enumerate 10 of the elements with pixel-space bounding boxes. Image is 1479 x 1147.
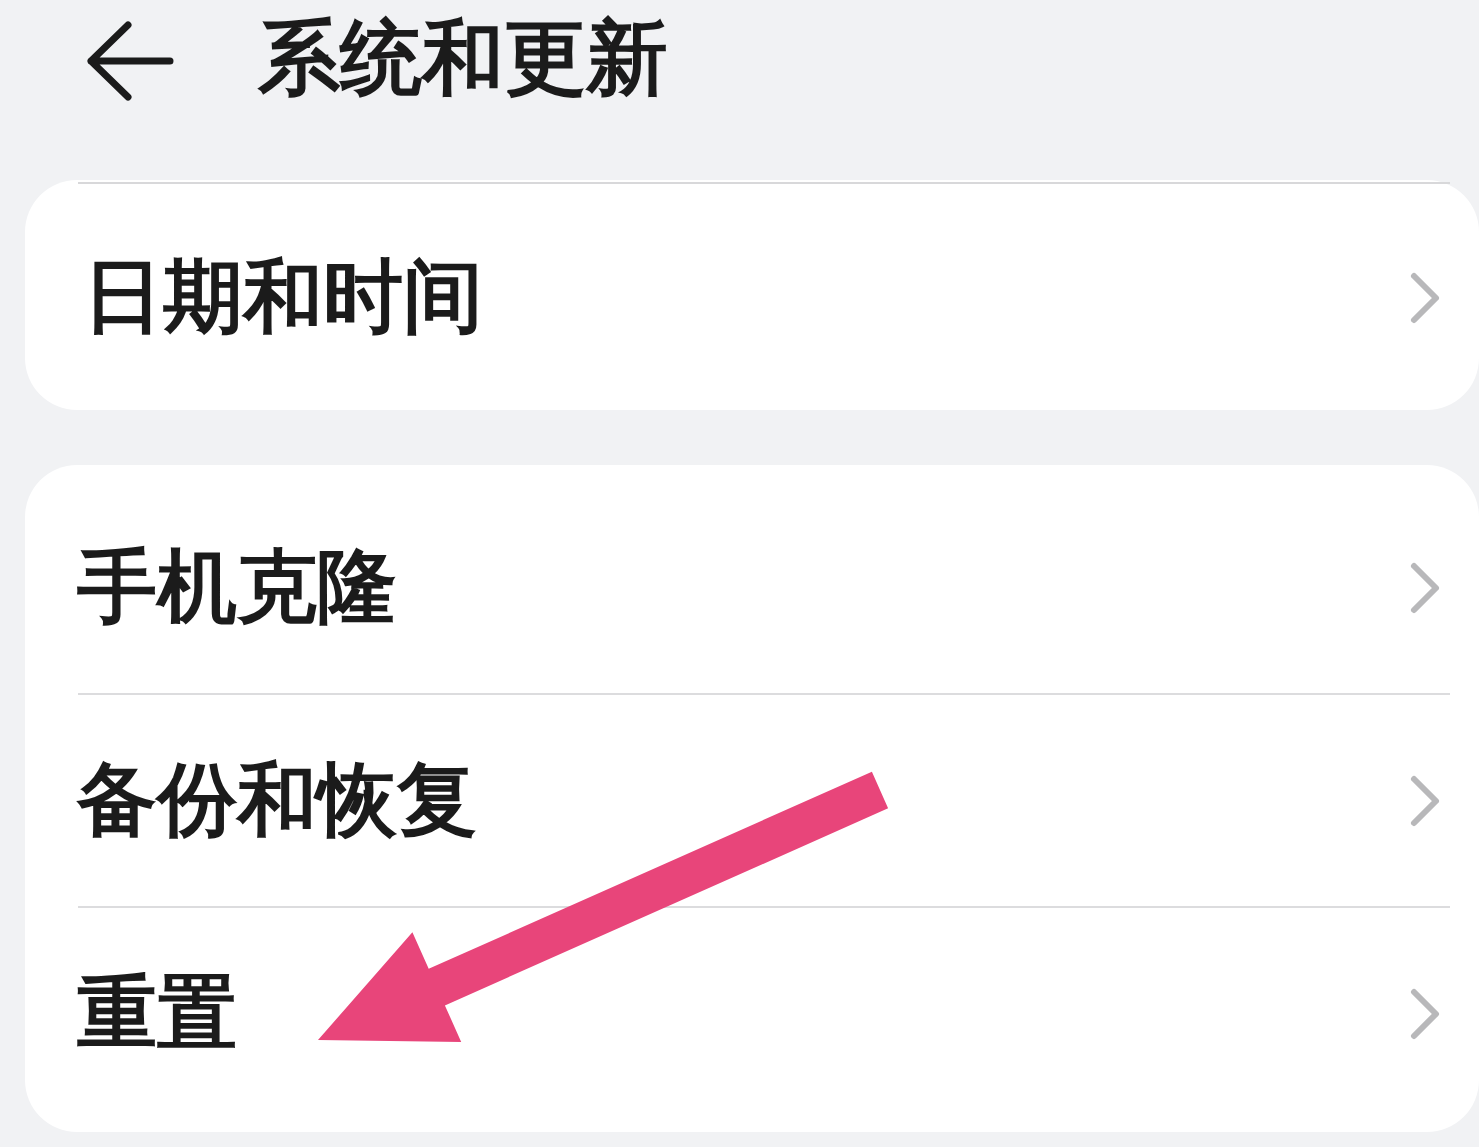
settings-item[interactable]: 重置 — [25, 908, 1479, 1119]
chevron-icon — [1409, 271, 1441, 325]
settings-item[interactable]: 日期和时间 — [25, 180, 1479, 410]
chevron-icon — [1409, 986, 1441, 1041]
chevron-icon — [1409, 560, 1441, 615]
page-title: 系统和更新 — [258, 9, 668, 107]
settings-item[interactable]: 手机克隆 — [25, 482, 1479, 693]
back-icon[interactable] — [86, 21, 174, 101]
chevron-icon — [1409, 773, 1441, 828]
settings-item[interactable]: 备份和恢复 — [25, 695, 1479, 906]
